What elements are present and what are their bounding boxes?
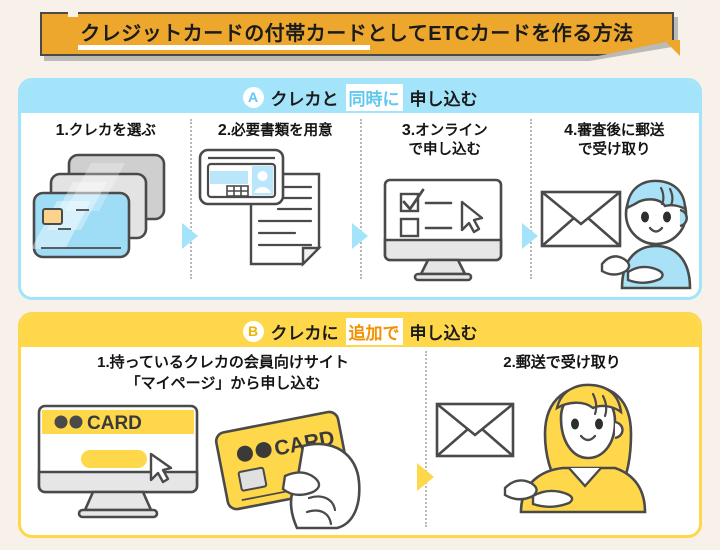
monitor-card-site-icon: CARD — [37, 405, 199, 519]
section-a-panel: A クレカと 同時に 申し込む 1.クレカを選ぶ 2.必要書類を用意 3.オンラ… — [18, 78, 702, 300]
step-b-2-text: 郵送で受け取り — [515, 354, 621, 371]
step-a-4-number: 4. — [564, 122, 578, 139]
section-b-panel: B クレカに 追加で 申し込む 1.持っているクレカの会員向けサイト 「マイペー… — [18, 312, 702, 538]
step-a-2-number: 2. — [217, 122, 232, 139]
section-b-head-post: 申し込む — [409, 323, 478, 343]
step-a-4-label: 4.審査後に郵送 で受け取り — [564, 121, 664, 160]
woman-receiving-envelope-icon — [435, 383, 647, 513]
page-title: クレジットカードの付帯カードとしてETCカードを作る方法 — [62, 14, 651, 54]
section-b-head-pre: クレカに — [270, 323, 339, 343]
infographic-root: クレジットカードの付帯カードとしてETCカードを作る方法 A クレカと 同時に … — [0, 0, 720, 550]
title-notch — [68, 5, 78, 17]
section-b-badge: B — [242, 320, 264, 342]
step-a-3-label: 3.オンライン で申し込む — [402, 121, 488, 160]
title-folded-corner-icon — [664, 40, 680, 56]
hand-holding-card-icon: CARD — [214, 411, 361, 530]
section-b-steps: 1.持っているクレカの会員向けサイト 「マイページ」から申し込む CARD CA… — [21, 347, 699, 535]
section-a-head-pre: クレカと — [270, 89, 339, 109]
stacked-credit-cards-icon — [21, 141, 191, 297]
title-banner-band: クレジットカードの付帯カードとしてETCカードを作る方法 — [40, 12, 674, 56]
step-b-2-label: 2.郵送で受け取り — [425, 353, 699, 374]
step-a-3-number: 3. — [401, 122, 416, 139]
step-a-1-label: 1.クレカを選ぶ — [56, 121, 156, 141]
step-a-1-text: クレカを選ぶ — [68, 123, 156, 139]
section-b-head-highlight: 追加で — [345, 317, 403, 345]
step-a-1-number: 1. — [55, 122, 69, 139]
person-receiving-envelope-icon — [530, 160, 700, 297]
step-a-1: 1.クレカを選ぶ — [21, 113, 191, 297]
svg-text:CARD: CARD — [87, 413, 142, 434]
section-a-steps: 1.クレカを選ぶ 2.必要書類を用意 3.オンライン で申し込む 4.審査後に郵… — [21, 113, 699, 297]
step-b-1-label: 1.持っているクレカの会員向けサイト 「マイページ」から申し込む — [21, 353, 425, 394]
section-a-head-post: 申し込む — [409, 89, 478, 109]
step-b-2: 2.郵送で受け取り — [425, 353, 699, 514]
section-a-badge: A — [242, 86, 264, 108]
step-a-3: 3.オンライン で申し込む — [360, 113, 530, 297]
id-card-and-document-icon — [191, 141, 361, 297]
step-a-2-text: 必要書類を用意 — [231, 123, 333, 139]
step-b-1: 1.持っているクレカの会員向けサイト 「マイページ」から申し込む CARD CA… — [21, 353, 425, 530]
title-banner: クレジットカードの付帯カードとしてETCカードを作る方法 — [40, 5, 680, 62]
step-b-1-number: 1. — [97, 354, 110, 371]
monitor-checklist-cursor-icon — [360, 160, 530, 297]
step-a-3-text: オンライン で申し込む — [408, 123, 488, 159]
step-a-4-text: 審査後に郵送 で受け取り — [577, 123, 665, 159]
step-b-2-number: 2. — [503, 354, 516, 371]
step-a-2-label: 2.必要書類を用意 — [218, 121, 333, 141]
step-a-4: 4.審査後に郵送 で受け取り — [530, 113, 700, 297]
section-a-header: A クレカと 同時に 申し込む — [21, 81, 699, 113]
section-b-header: B クレカに 追加で 申し込む — [21, 315, 699, 347]
step-b-1-text: 持っているクレカの会員向けサイト 「マイページ」から申し込む — [109, 354, 349, 392]
section-a-head-highlight: 同時に — [345, 83, 403, 111]
step-a-2: 2.必要書類を用意 — [191, 113, 361, 297]
